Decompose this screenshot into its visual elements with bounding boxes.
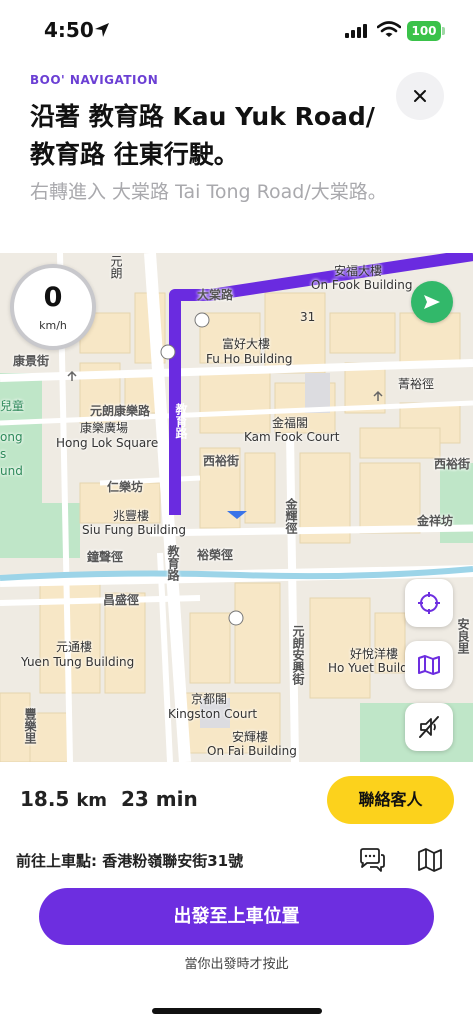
map-label: 菁裕徑 — [398, 377, 435, 391]
recenter-icon — [418, 592, 440, 614]
map-label: ong — [0, 430, 23, 444]
map-label: 元朗康樂路 — [90, 404, 151, 418]
trip-duration: 23 min — [121, 787, 198, 811]
trip-distance: 18.5 km — [20, 787, 107, 811]
map-label: 教育路 — [166, 545, 180, 581]
map-label: Fu Ho Building — [206, 352, 293, 366]
map-label: 京都閣 — [191, 692, 228, 706]
mute-icon — [419, 716, 439, 738]
chat-icon[interactable] — [358, 846, 386, 874]
map-label: 西裕街 — [203, 454, 240, 468]
speedometer: 0 km/h — [10, 264, 96, 350]
pickup-location: 前往上車點: 香港粉嶺聯安街31號 — [16, 852, 244, 870]
home-indicator[interactable] — [152, 1008, 322, 1014]
map-label: 元朗 — [109, 255, 123, 279]
speed-value: 0 — [43, 282, 63, 313]
depart-hint: 當你出發時才按此 — [184, 957, 289, 972]
map-label: 富好大樓 — [222, 337, 271, 351]
speed-unit: km/h — [39, 319, 67, 332]
current-instruction: 沿著 教育路 Kau Yuk Road/教育路 往東行駛。 — [30, 102, 375, 169]
map-label: 元通樓 — [56, 640, 93, 654]
map-label: 鐘聲徑 — [87, 550, 124, 564]
recenter-button[interactable] — [405, 579, 453, 627]
map-label: 安福大樓 — [334, 264, 383, 278]
map-label: 康景街 — [13, 354, 50, 368]
map-label: 裕榮徑 — [197, 548, 234, 562]
map-label: On Fook Building — [311, 278, 413, 292]
map-label: 安良里 — [456, 618, 470, 654]
map-label: 大棠路 — [197, 288, 234, 302]
close-button[interactable] — [396, 72, 444, 120]
map-label: Siu Fung Building — [82, 523, 186, 537]
status-bar: 4:50 100 — [0, 0, 473, 62]
map-label: Kingston Court — [168, 707, 258, 721]
map-label: Ho Yuet Build — [328, 661, 408, 675]
map-label: 安輝樓 — [232, 730, 269, 744]
navigation-map[interactable]: 元朗 大棠路 安福大樓 On Fook Building 31 富好大樓 Fu … — [0, 253, 473, 762]
map-label: 昌盛徑 — [103, 593, 140, 607]
map-label: 31 — [300, 310, 316, 324]
map-label: On Fai Building — [207, 744, 297, 758]
location-arrow-icon — [95, 23, 109, 37]
map-label: 兆豐樓 — [113, 509, 150, 523]
mute-button[interactable] — [405, 703, 453, 751]
map-overview-icon — [418, 655, 440, 675]
map-overview-button[interactable] — [405, 641, 453, 689]
map-label: Yuen Tung Building — [21, 655, 135, 669]
map-label: 金輝徑 — [284, 498, 298, 534]
map-label: Hong Lok Square — [56, 436, 159, 450]
map-label: s — [0, 447, 7, 461]
map-label: 元朗安興街 — [291, 625, 305, 685]
map-label: 金福閣 — [272, 416, 309, 430]
signal-icon — [345, 24, 367, 38]
send-arrow-icon — [424, 295, 440, 309]
battery-nub — [442, 27, 445, 35]
brand-label: BOO' NAVIGATION — [30, 73, 159, 87]
distance-unit: km — [76, 790, 108, 811]
close-icon — [414, 90, 426, 102]
distance-value: 18.5 — [20, 787, 70, 811]
map-label: 康樂廣場 — [80, 421, 129, 435]
map-label: 兒童 — [0, 399, 25, 413]
trip-panel: 18.5 km 23 min 聯絡客人 前往上車點: 香港粉嶺聯安街31號 出發… — [0, 762, 473, 1024]
next-instruction: 右轉進入 大棠路 Tai Tong Road/大棠路。 — [30, 181, 387, 203]
map-icon[interactable] — [416, 846, 444, 874]
status-time: 4:50 — [44, 18, 94, 42]
map-label: 好悅洋樓 — [350, 647, 399, 661]
map-label: und — [0, 464, 23, 478]
map-label: 豐樂里 — [23, 708, 37, 744]
map-label: 仁樂坊 — [107, 480, 144, 494]
wifi-icon — [377, 21, 401, 37]
contact-customer-button[interactable]: 聯絡客人 — [327, 776, 454, 824]
map-label: Kam Fook Court — [244, 430, 340, 444]
map-label: 教育路 — [174, 403, 188, 439]
map-label: 金祥坊 — [417, 514, 454, 528]
battery-icon: 100 — [407, 21, 441, 41]
depart-to-pickup-button[interactable]: 出發至上車位置 — [39, 888, 434, 945]
map-label: 西裕街 — [434, 457, 471, 471]
direction-button[interactable] — [411, 281, 453, 323]
